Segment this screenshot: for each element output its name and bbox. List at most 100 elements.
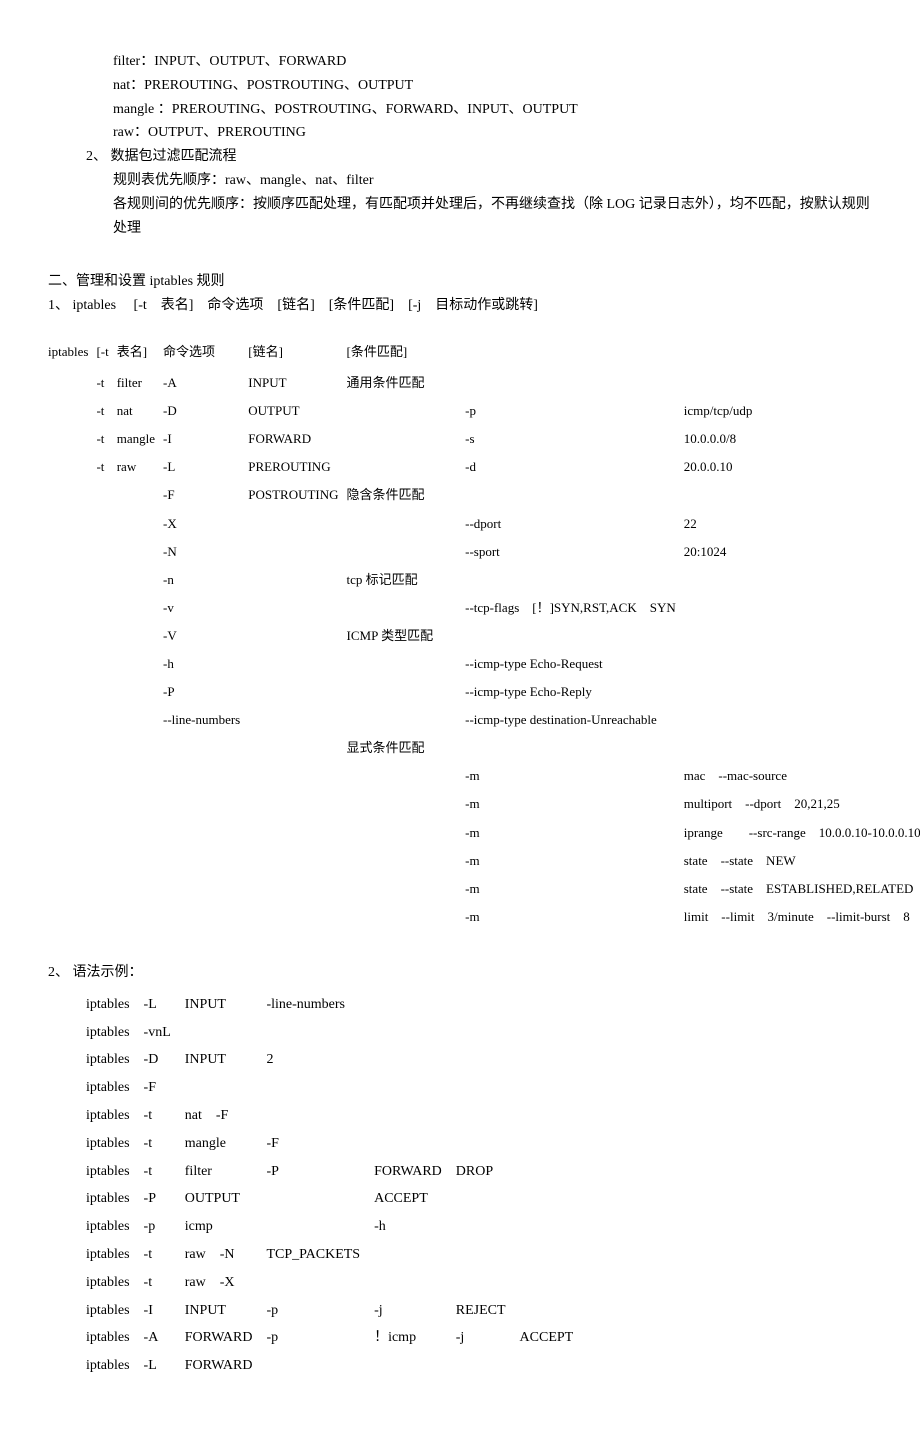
cell: INPUT bbox=[248, 369, 346, 397]
cell bbox=[48, 706, 96, 734]
cell bbox=[520, 1046, 588, 1074]
cell bbox=[96, 538, 116, 566]
cell bbox=[684, 369, 920, 397]
cell bbox=[456, 1130, 520, 1158]
cell: -P bbox=[163, 678, 248, 706]
cell bbox=[96, 481, 116, 509]
cell bbox=[374, 1019, 456, 1047]
table-row: -mlimit --limit 3/minute --limit-burst 8… bbox=[48, 903, 920, 931]
cell: iptables bbox=[86, 1158, 144, 1186]
cell: -X bbox=[163, 510, 248, 538]
table-row: -mstate --state ESTABLISHED,RELATED bbox=[48, 875, 920, 903]
table-row: -ntcp 标记匹配 bbox=[48, 566, 920, 594]
cell bbox=[347, 706, 442, 734]
cell: iptables bbox=[86, 1324, 144, 1352]
col-match: [条件匹配] bbox=[347, 338, 920, 369]
cell: -t bbox=[144, 1158, 185, 1186]
cell bbox=[266, 1352, 374, 1380]
cell: state --state ESTABLISHED,RELATED bbox=[684, 875, 920, 903]
cell: --icmp-type destination-Unreachable bbox=[441, 706, 684, 734]
table-row: iptables-picmp-h bbox=[86, 1213, 587, 1241]
cell bbox=[684, 678, 920, 706]
cell: iptables bbox=[86, 1102, 144, 1130]
table-row: 显式条件匹配 bbox=[48, 734, 920, 762]
cell bbox=[347, 650, 442, 678]
table-row: -v--tcp-flags [！]SYN,RST,ACK SYN bbox=[48, 594, 920, 622]
list-item: 2、 数据包过滤匹配流程 bbox=[86, 145, 872, 169]
cell bbox=[48, 594, 96, 622]
cell bbox=[374, 1046, 456, 1074]
table-row: iptables-AFORWARD-p！icmp-jACCEPT bbox=[86, 1324, 587, 1352]
col-iptables: iptables bbox=[48, 338, 96, 369]
cell: icmp bbox=[185, 1213, 267, 1241]
cell bbox=[48, 453, 96, 481]
text-line: filter：INPUT、OUTPUT、FORWARD bbox=[113, 50, 872, 74]
cell bbox=[347, 875, 442, 903]
cell bbox=[117, 510, 163, 538]
cell bbox=[96, 510, 116, 538]
table-row: iptables-DINPUT2 bbox=[86, 1046, 587, 1074]
col-chain: [链名] bbox=[248, 338, 346, 369]
cell: -t bbox=[96, 397, 116, 425]
cell: iptables bbox=[86, 1269, 144, 1297]
table-row: iptables-tfilter-PFORWARDDROP bbox=[86, 1158, 587, 1186]
cell: -m bbox=[441, 847, 684, 875]
cell: 22 bbox=[684, 510, 920, 538]
cell: -t bbox=[96, 369, 116, 397]
cell bbox=[347, 819, 442, 847]
cell: --dport bbox=[441, 510, 684, 538]
cell: -I bbox=[163, 425, 248, 453]
cell bbox=[456, 1019, 520, 1047]
cell bbox=[684, 706, 920, 734]
table-row: -FPOSTROUTING隐含条件匹配-jSNAT bbox=[48, 481, 920, 509]
cell bbox=[117, 706, 163, 734]
cell bbox=[456, 1213, 520, 1241]
cell bbox=[96, 678, 116, 706]
cell: -h bbox=[374, 1213, 456, 1241]
cell: iprange --src-range 10.0.0.10-10.0.0.100 bbox=[684, 819, 920, 847]
cell bbox=[347, 762, 442, 790]
table-row: -h--icmp-type Echo-Request bbox=[48, 650, 920, 678]
cell: iptables bbox=[86, 1074, 144, 1102]
cell bbox=[248, 847, 346, 875]
cell: -L bbox=[163, 453, 248, 481]
cell: INPUT bbox=[185, 991, 267, 1019]
table-row: iptables-F bbox=[86, 1074, 587, 1102]
table-row: -X--dport22-jDNAT bbox=[48, 510, 920, 538]
cell bbox=[441, 481, 684, 509]
cell bbox=[520, 991, 588, 1019]
cell bbox=[441, 369, 684, 397]
cell: iptables bbox=[86, 1297, 144, 1325]
cell bbox=[684, 594, 920, 622]
cell: -D bbox=[163, 397, 248, 425]
cell bbox=[684, 566, 920, 594]
cell bbox=[684, 481, 920, 509]
cell: raw bbox=[117, 453, 163, 481]
table-row: -tnat-DOUTPUT-picmp/tcp/udp-jACCEPT bbox=[48, 397, 920, 425]
cell bbox=[520, 1352, 588, 1380]
cell bbox=[48, 622, 96, 650]
cell bbox=[96, 734, 116, 762]
cell: filter bbox=[117, 369, 163, 397]
cell: ACCEPT bbox=[520, 1324, 588, 1352]
cell bbox=[374, 991, 456, 1019]
cell bbox=[48, 678, 96, 706]
cell bbox=[163, 903, 248, 931]
cell: -N bbox=[163, 538, 248, 566]
cell: --tcp-flags [！]SYN,RST,ACK SYN bbox=[441, 594, 684, 622]
cell: INPUT bbox=[185, 1046, 267, 1074]
table-row: iptables-POUTPUTACCEPT bbox=[86, 1185, 587, 1213]
cell: -t bbox=[144, 1241, 185, 1269]
cell: 隐含条件匹配 bbox=[347, 481, 442, 509]
cell bbox=[520, 1130, 588, 1158]
cell bbox=[48, 481, 96, 509]
cell: -d bbox=[441, 453, 684, 481]
cell bbox=[117, 622, 163, 650]
cell bbox=[48, 369, 96, 397]
cell: mangle bbox=[185, 1130, 267, 1158]
cell bbox=[48, 397, 96, 425]
table-row: iptables-IINPUT-p-jREJECT bbox=[86, 1297, 587, 1325]
cell: ICMP 类型匹配 bbox=[347, 622, 442, 650]
cell bbox=[520, 1102, 588, 1130]
table-row: iptables-LINPUT-line-numbers bbox=[86, 991, 587, 1019]
